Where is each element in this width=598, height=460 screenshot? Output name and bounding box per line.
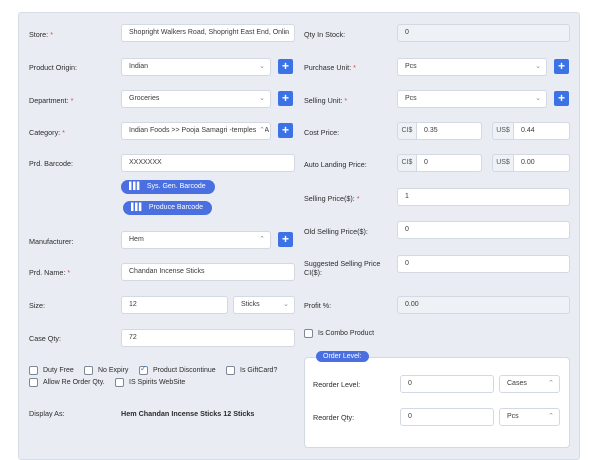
case-qty-label: Case Qty:	[29, 334, 61, 343]
duty-free-checkbox[interactable]	[29, 366, 38, 375]
is-giftcard-label: Is GiftCard?	[240, 367, 278, 374]
ci-prefix: CI$	[397, 122, 417, 140]
store-select[interactable]: Shopright Walkers Road, Shopright East E…	[121, 24, 295, 42]
reorder-qty-input[interactable]: 0	[400, 408, 494, 426]
case-qty-input[interactable]: 72	[121, 329, 295, 347]
chevron-up-icon: ⌃	[257, 123, 265, 139]
size-input[interactable]: 12	[121, 296, 228, 314]
size-label: Size:	[29, 301, 45, 310]
category-label: Category: *	[29, 128, 65, 137]
sys-gen-barcode-button[interactable]: ▌▌▌ Sys. Gen. Barcode	[121, 180, 215, 194]
chevron-down-icon: ⌄	[259, 63, 265, 70]
cost-price-ci-input[interactable]: 0.35	[416, 122, 482, 140]
suggested-selling-label: Suggested Selling Price CI($):	[304, 259, 381, 277]
barcode-icon: ▌▌▌	[131, 204, 144, 211]
chevron-down-icon: ⌄	[535, 63, 541, 70]
old-selling-price-label: Old Selling Price($):	[304, 227, 368, 236]
reorder-level-input[interactable]: 0	[400, 375, 494, 393]
size-unit-select[interactable]: Sticks ⌄	[233, 296, 295, 314]
barcode-icon: ▌▌▌	[129, 183, 142, 190]
reorder-qty-unit-select[interactable]: Pcs ⌃	[499, 408, 560, 426]
old-selling-price-input[interactable]: 0	[397, 221, 570, 239]
selling-price-label: Selling Price($): *	[304, 194, 360, 203]
product-origin-select[interactable]: Indian ⌄	[121, 58, 271, 76]
allow-reorder-label: Allow Re Order Qty.	[43, 379, 105, 386]
add-purchase-unit-button[interactable]: +	[554, 59, 569, 74]
profit-input: 0.00	[397, 296, 570, 314]
chevron-up-icon: ⌃	[259, 236, 265, 243]
no-expiry-checkbox[interactable]	[84, 366, 93, 375]
selling-price-input[interactable]: 1	[397, 188, 570, 206]
cost-price-us-input[interactable]: 0.44	[513, 122, 570, 140]
auto-landing-label: Auto Landing Price:	[304, 160, 367, 169]
reorder-level-label: Reorder Level:	[313, 380, 361, 389]
chevron-down-icon: ⌄	[535, 95, 541, 102]
barcode-label: Prd. Barcode:	[29, 159, 73, 168]
is-combo-checkbox[interactable]	[304, 329, 313, 338]
reorder-level-unit-select[interactable]: Cases ⌃	[499, 375, 560, 393]
add-selling-unit-button[interactable]: +	[554, 91, 569, 106]
purchase-unit-select[interactable]: Pcs ⌄	[397, 58, 547, 76]
product-discontinue-label: Product Discontinue	[153, 367, 216, 374]
store-label: Store: *	[29, 30, 53, 39]
display-as-label: Display As:	[29, 409, 65, 418]
chevron-up-icon: ⌃	[548, 413, 554, 420]
is-spirits-label: IS Spirits WebSite	[129, 379, 186, 386]
chevron-down-icon: ⌄	[259, 95, 265, 102]
allow-reorder-checkbox[interactable]	[29, 378, 38, 387]
manufacturer-label: Manufacturer:	[29, 237, 74, 246]
department-label: Department: *	[29, 96, 74, 105]
no-expiry-label: No Expiry	[98, 367, 129, 374]
product-discontinue-checkbox[interactable]	[139, 364, 148, 375]
is-giftcard-checkbox[interactable]	[226, 366, 235, 375]
add-department-button[interactable]: +	[278, 91, 293, 106]
profit-label: Profit %:	[304, 301, 332, 310]
department-select[interactable]: Groceries ⌄	[121, 90, 271, 108]
duty-free-label: Duty Free	[43, 367, 74, 374]
prd-name-input[interactable]: Chandan Incense Sticks	[121, 263, 295, 281]
reorder-qty-label: Reorder Qty:	[313, 413, 355, 422]
chevron-up-icon: ⌃	[548, 380, 554, 387]
category-select[interactable]: Indian Foods >> Pooja Samagri -temples &…	[121, 122, 271, 140]
prd-name-label: Prd. Name: *	[29, 268, 71, 277]
barcode-input[interactable]: XXXXXXX	[121, 154, 295, 172]
manufacturer-select[interactable]: Hem ⌃	[121, 231, 271, 249]
us-prefix: US$	[492, 122, 514, 140]
chevron-down-icon: ⌄	[283, 301, 289, 308]
qty-in-stock-label: Qty In Stock:	[304, 30, 346, 39]
display-as-value: Hem Chandan Incense Sticks 12 Sticks	[121, 409, 255, 418]
qty-in-stock-input: 0	[397, 24, 570, 42]
auto-landing-us-input[interactable]: 0.00	[513, 154, 570, 172]
selling-unit-select[interactable]: Pcs ⌄	[397, 90, 547, 108]
ci-prefix: CI$	[397, 154, 417, 172]
produce-barcode-button[interactable]: ▌▌▌ Produce Barcode	[123, 201, 212, 215]
chevron-down-icon: ⌄	[283, 29, 289, 36]
selling-unit-label: Selling Unit: *	[304, 96, 348, 105]
add-origin-button[interactable]: +	[278, 59, 293, 74]
purchase-unit-label: Purchase Unit: *	[304, 63, 356, 72]
order-level-fieldset	[304, 357, 570, 448]
is-spirits-checkbox[interactable]	[115, 378, 124, 387]
auto-landing-ci-input[interactable]: 0	[416, 154, 482, 172]
suggested-selling-input[interactable]: 0	[397, 255, 570, 273]
order-level-legend: Order Level:	[316, 351, 369, 362]
cost-price-label: Cost Price:	[304, 128, 340, 137]
us-prefix: US$	[492, 154, 514, 172]
is-combo-label: Is Combo Product	[318, 330, 375, 337]
product-origin-label: Product Origin:	[29, 63, 77, 72]
add-category-button[interactable]: +	[278, 123, 293, 138]
add-manufacturer-button[interactable]: +	[278, 232, 293, 247]
